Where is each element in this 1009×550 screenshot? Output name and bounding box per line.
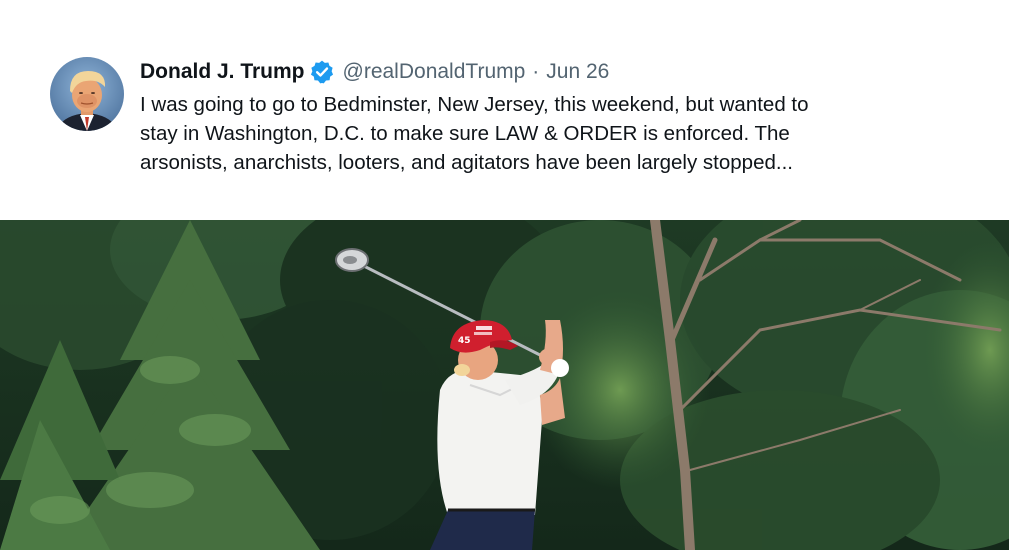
- tweet-text-line: stay in Washington, D.C. to make sure LA…: [140, 122, 790, 145]
- tweet-text-line: I was going to go to Bedminster, New Jer…: [140, 93, 809, 116]
- tweet-card[interactable]: Donald J. Trump @realDonaldTrump · Jun 2…: [0, 0, 1009, 220]
- tweet-media-image[interactable]: 45: [0, 220, 1009, 550]
- verified-badge-icon: [309, 59, 335, 85]
- tweet-header: Donald J. Trump @realDonaldTrump · Jun 2…: [140, 58, 609, 86]
- tweet-text-line: arsonists, anarchists, looters, and agit…: [140, 151, 793, 174]
- tweet-text: I was going to go to Bedminster, New Jer…: [140, 90, 920, 177]
- hat-number: 45: [458, 336, 471, 346]
- tweet-date[interactable]: Jun 26: [546, 60, 609, 84]
- tweet-page: Donald J. Trump @realDonaldTrump · Jun 2…: [0, 0, 1009, 550]
- display-name[interactable]: Donald J. Trump: [140, 60, 305, 84]
- avatar[interactable]: [50, 57, 124, 131]
- user-handle[interactable]: @realDonaldTrump: [343, 60, 526, 84]
- separator-dot: ·: [532, 60, 540, 83]
